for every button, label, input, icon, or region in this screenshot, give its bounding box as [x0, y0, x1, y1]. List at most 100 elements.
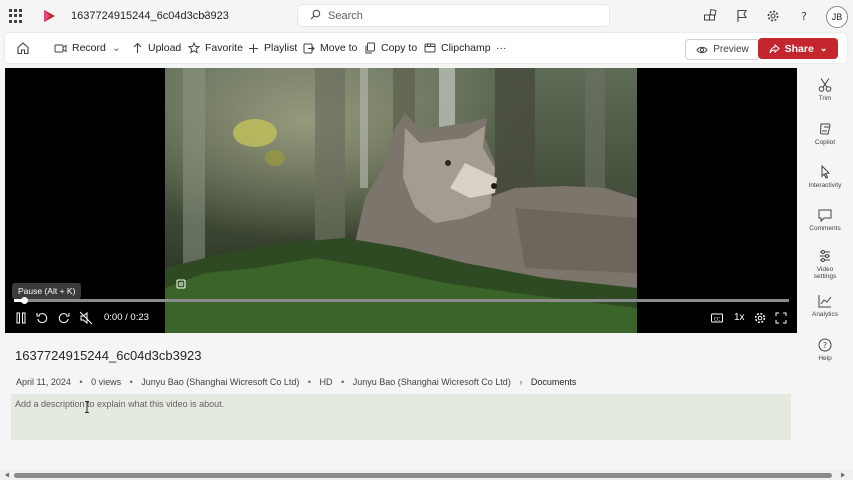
search-input[interactable]: [328, 5, 598, 26]
home-icon: [17, 42, 29, 55]
favorite-label: Favorite: [205, 42, 243, 54]
captions-icon[interactable]: CC: [710, 311, 724, 325]
time-display: 0:00 / 0:23: [104, 312, 149, 323]
rail-analytics[interactable]: Analytics: [806, 293, 844, 318]
mute-icon[interactable]: [79, 311, 93, 325]
record-dropdown-chevron-icon[interactable]: ⌄: [112, 33, 121, 63]
share-button[interactable]: Share ⌄: [758, 38, 838, 59]
gear-icon[interactable]: [766, 9, 780, 23]
move-icon: [303, 43, 315, 54]
rail-copilot[interactable]: Copilot: [806, 121, 844, 146]
rail-trim-label: Trim: [818, 95, 832, 102]
command-bar: Record ⌄ Upload Favorite Playlist Move t…: [5, 33, 847, 63]
upload-label: Upload: [148, 42, 182, 54]
search-icon: [310, 9, 321, 20]
playlist-label: Playlist: [264, 42, 298, 54]
svg-text:?: ?: [801, 10, 807, 23]
avatar[interactable]: JB: [826, 6, 848, 28]
preview-label: Preview: [713, 44, 749, 55]
rail-analytics-label: Analytics: [811, 311, 838, 318]
clipchamp-icon: [424, 43, 436, 53]
separator-dot: •: [341, 377, 345, 387]
rail-help[interactable]: ? Help: [806, 337, 844, 362]
share-icon: [769, 43, 780, 54]
stream-logo-icon[interactable]: [42, 9, 56, 23]
svg-text:CC: CC: [714, 316, 720, 322]
rail-comments[interactable]: Comments: [806, 207, 844, 232]
quality-badge: HD: [319, 377, 333, 387]
scrollbar-thumb[interactable]: [14, 473, 832, 478]
separator-dot: •: [129, 377, 133, 387]
rail-copilot-label: Copilot: [814, 139, 836, 146]
rail-video-settings[interactable]: Video settings: [806, 248, 844, 280]
copy-to-button[interactable]: Copy to: [364, 33, 417, 63]
text-cursor-icon: [85, 401, 89, 413]
record-icon: [54, 44, 67, 53]
caption-settings-icon[interactable]: [176, 279, 186, 289]
breadcrumb-owner[interactable]: Junyu Bao (Shanghai Wicresoft Co Ltd): [353, 377, 511, 387]
analytics-icon: [818, 295, 832, 308]
more-options-button[interactable]: ···: [496, 33, 507, 63]
forward-10-icon[interactable]: [57, 311, 71, 325]
video-title: 1637724915244_6c04d3cb3923: [15, 348, 202, 363]
description-box[interactable]: [11, 394, 791, 440]
separator-dot: •: [79, 377, 83, 387]
home-button[interactable]: [16, 33, 35, 63]
svg-text:?: ?: [823, 341, 827, 350]
rail-interactivity[interactable]: Interactivity: [806, 164, 844, 189]
clipchamp-button[interactable]: Clipchamp: [424, 33, 491, 63]
clipchamp-label: Clipchamp: [441, 42, 491, 54]
copy-icon: [365, 42, 375, 54]
progress-track[interactable]: [14, 299, 789, 302]
video-settings-icon: [820, 250, 830, 262]
app-launcher-icon[interactable]: [9, 9, 23, 23]
progress-scrubber[interactable]: [20, 297, 28, 304]
rewind-10-icon[interactable]: [35, 311, 49, 325]
chevron-down-icon[interactable]: ⌄: [201, 9, 209, 20]
rail-trim[interactable]: Trim: [806, 77, 844, 102]
copilot-icon: [819, 123, 831, 135]
upload-icon: [133, 42, 142, 53]
owner-name[interactable]: Junyu Bao (Shanghai Wicresoft Co Ltd): [141, 377, 299, 387]
comment-icon: [818, 209, 832, 223]
video-frame-wolf-image: [165, 68, 637, 333]
description-input[interactable]: [15, 399, 775, 409]
apps-icon[interactable]: [703, 9, 717, 23]
rail-comments-label: Comments: [809, 225, 841, 232]
video-player[interactable]: [5, 68, 797, 333]
rail-video-settings-label-1: Video: [816, 266, 834, 273]
favorite-button[interactable]: Favorite: [188, 33, 243, 63]
scroll-left-arrow-icon[interactable]: [4, 472, 10, 478]
scroll-right-arrow-icon[interactable]: [840, 472, 846, 478]
breadcrumb-folder[interactable]: Documents: [531, 377, 577, 387]
rail-help-label: Help: [818, 355, 832, 362]
upload-date: April 11, 2024: [16, 377, 71, 387]
share-chevron-down-icon: ⌄: [819, 43, 828, 53]
move-to-button[interactable]: Move to: [303, 33, 357, 63]
breadcrumb-chevron-icon: ›: [519, 377, 523, 387]
upload-button[interactable]: Upload: [132, 33, 181, 63]
pointer-icon: [821, 164, 831, 179]
playback-speed-button[interactable]: 1x: [734, 312, 745, 323]
record-button[interactable]: Record: [54, 33, 106, 63]
help-icon[interactable]: ?: [797, 9, 811, 23]
search-box[interactable]: [298, 5, 609, 26]
playlist-button[interactable]: Playlist: [248, 33, 297, 63]
share-label: Share: [784, 42, 814, 55]
pause-icon[interactable]: [14, 311, 28, 325]
fullscreen-icon[interactable]: [774, 311, 788, 325]
rail-video-settings-label-2: settings: [813, 273, 837, 280]
star-icon: [188, 42, 200, 54]
preview-button[interactable]: Preview: [685, 39, 760, 60]
scissors-icon: [818, 78, 832, 92]
video-metadata: April 11, 2024 • 0 views • Junyu Bao (Sh…: [16, 377, 576, 387]
view-count: 0 views: [91, 377, 122, 387]
settings-gear-icon[interactable]: [753, 311, 767, 325]
flag-icon[interactable]: [735, 9, 749, 23]
copy-to-label: Copy to: [381, 42, 418, 54]
help-circle-icon: ?: [818, 338, 832, 352]
record-label: Record: [72, 42, 106, 54]
separator-dot: •: [307, 377, 312, 387]
rail-interactivity-label: Interactivity: [808, 182, 842, 189]
plus-icon: [249, 43, 258, 53]
